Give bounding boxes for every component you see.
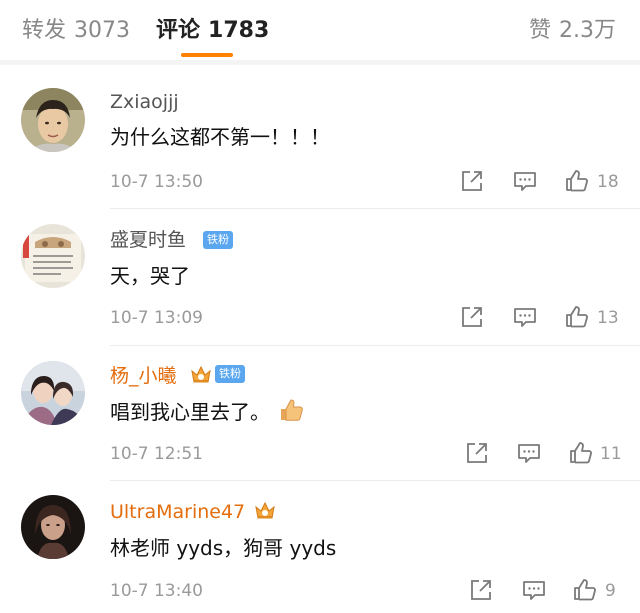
share-icon[interactable] (460, 169, 484, 193)
avatar[interactable] (21, 495, 85, 559)
comment-text-content: 唱到我心里去了。 (110, 400, 270, 424)
active-tab-indicator (181, 53, 233, 57)
like-count: 18 (597, 172, 619, 192)
comment-username[interactable]: 杨_小曦 (110, 364, 177, 388)
comment-text: 为什么这都不第一！！！ (110, 125, 330, 149)
tab-like-label: 赞 (528, 18, 551, 43)
share-icon[interactable] (460, 305, 484, 329)
fan-badge: 铁粉 (203, 231, 233, 249)
comment-time: 10-7 12:51 (110, 444, 203, 464)
comment-divider (110, 345, 640, 346)
comment-divider (110, 480, 640, 481)
avatar[interactable] (21, 361, 85, 425)
like-icon[interactable] (565, 169, 589, 193)
reply-icon[interactable] (513, 305, 537, 329)
comment-username[interactable]: 盛夏时鱼 (110, 228, 186, 252)
tab-comment-label: 评论 (156, 18, 201, 43)
like-count: 9 (605, 581, 616, 601)
comment-time: 10-7 13:09 (110, 308, 203, 328)
comment-item: 盛夏时鱼 铁粉 天，哭了 10-7 13:09 13 (0, 210, 640, 347)
tab-comment[interactable]: 评论 1783 (156, 16, 269, 46)
avatar[interactable] (21, 224, 85, 288)
comment-time: 10-7 13:50 (110, 172, 203, 192)
like-count: 11 (600, 444, 622, 464)
share-icon[interactable] (469, 578, 493, 602)
crown-icon (254, 500, 276, 520)
like-icon[interactable] (569, 441, 593, 465)
user-badges: 铁粉 (190, 364, 245, 384)
user-badges: 铁粉 (203, 231, 233, 249)
tab-like-count: 2.3万 (559, 18, 616, 43)
comment-text: 天，哭了 (110, 264, 190, 288)
tab-repost[interactable]: 转发 3073 (22, 16, 130, 46)
user-badges (254, 500, 276, 520)
fan-badge: 铁粉 (215, 365, 245, 383)
like-icon[interactable] (565, 305, 589, 329)
comment-username[interactable]: Zxiaojjj (110, 90, 179, 114)
comment-text: 林老师 yyds，狗哥 yyds (110, 536, 337, 560)
crown-icon (190, 364, 212, 384)
share-icon[interactable] (465, 441, 489, 465)
reply-icon[interactable] (522, 578, 546, 602)
avatar[interactable] (21, 88, 85, 152)
reply-icon[interactable] (513, 169, 537, 193)
reply-icon[interactable] (517, 441, 541, 465)
tab-repost-label: 转发 (22, 18, 67, 43)
comment-divider (110, 208, 640, 209)
like-count: 13 (597, 308, 619, 328)
comment-tabs: 转发 3073 评论 1783 赞 2.3万 (0, 0, 640, 60)
comment-time: 10-7 13:40 (110, 581, 203, 601)
tab-repost-count: 3073 (74, 18, 131, 43)
tab-like[interactable]: 赞 2.3万 (529, 16, 616, 46)
thumbs-up-emoji (278, 397, 304, 430)
tab-comment-count: 1783 (208, 18, 270, 43)
comment-text: 唱到我心里去了。 (110, 397, 304, 430)
like-icon[interactable] (573, 578, 597, 602)
comment-item: Zxiaojjj 为什么这都不第一！！！ 10-7 13:50 18 (0, 65, 640, 210)
comment-item: UltraMarine47 林老师 yyds，狗哥 yyds 10-7 13:4… (0, 482, 640, 613)
comment-item: 杨_小曦 铁粉 唱到我心里去了。 10-7 12:51 11 (0, 347, 640, 482)
comment-username[interactable]: UltraMarine47 (110, 500, 245, 524)
